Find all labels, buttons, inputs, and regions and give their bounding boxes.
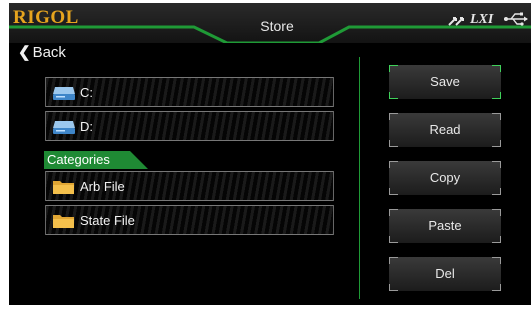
save-label: Save: [430, 74, 460, 89]
network-arrows-icon: [447, 12, 465, 31]
category-label: Arb File: [80, 179, 125, 194]
usb-icon: [503, 12, 529, 29]
drive-icon: [52, 85, 76, 106]
drive-icon: [52, 119, 76, 140]
back-button[interactable]: ❮ Back: [18, 43, 66, 61]
chevron-left-icon: ❮: [18, 44, 31, 61]
del-label: Del: [435, 266, 455, 281]
vertical-divider: [359, 57, 360, 299]
drive-item-d[interactable]: D:: [45, 111, 334, 141]
category-label: State File: [80, 213, 135, 228]
brand-logo: RIGOL: [13, 7, 79, 28]
copy-label: Copy: [429, 170, 461, 185]
page-title: Store: [260, 18, 294, 34]
copy-button[interactable]: Copy: [389, 161, 501, 195]
drive-label: C:: [80, 85, 93, 100]
read-label: Read: [429, 122, 461, 137]
category-item-arb-file[interactable]: Arb File: [45, 171, 334, 201]
folder-icon: [52, 213, 76, 234]
folder-icon: [52, 179, 76, 200]
categories-header: Categories: [44, 151, 154, 169]
top-bar: RIGOL Store LXI: [9, 3, 531, 43]
drive-label: D:: [80, 119, 93, 134]
store-screen: RIGOL Store LXI ❮ Back C: D: Categories …: [9, 3, 531, 305]
drive-item-c[interactable]: C:: [45, 77, 334, 107]
paste-button[interactable]: Paste: [389, 209, 501, 243]
category-item-state-file[interactable]: State File: [45, 205, 334, 235]
paste-label: Paste: [428, 218, 462, 233]
del-button[interactable]: Del: [389, 257, 501, 291]
read-button[interactable]: Read: [389, 113, 501, 147]
save-button[interactable]: Save: [389, 65, 501, 99]
back-label: Back: [32, 44, 66, 61]
lxi-label: LXI: [470, 12, 494, 27]
categories-label: Categories: [47, 152, 110, 167]
